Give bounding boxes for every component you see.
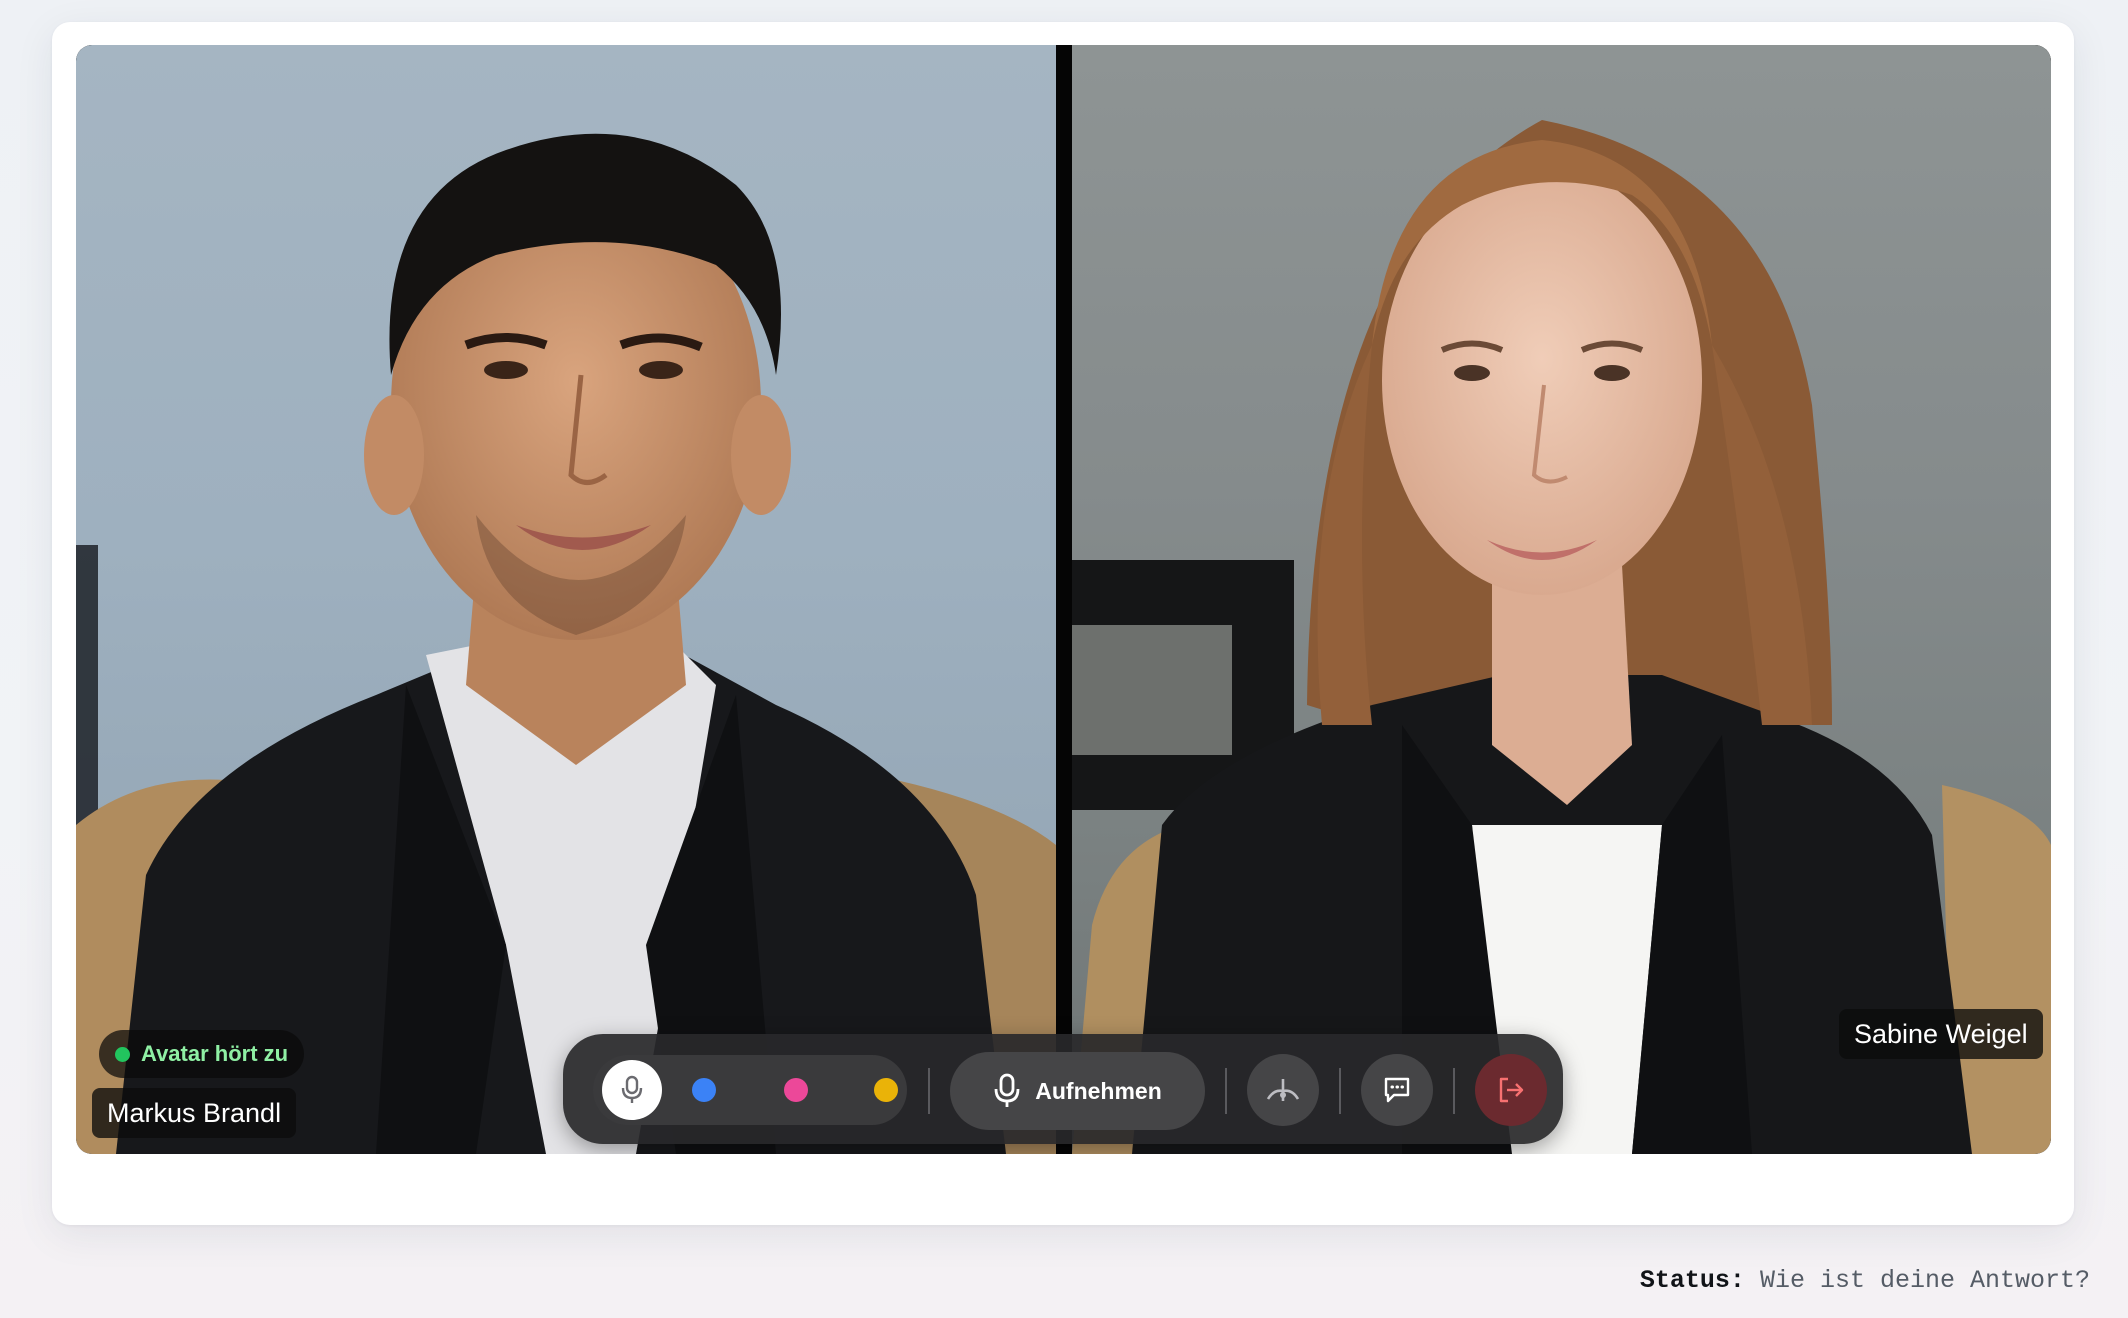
toolbar-divider — [928, 1068, 930, 1114]
status-value: Wie ist deine Antwort? — [1759, 1266, 2090, 1295]
toolbar-divider — [1225, 1068, 1227, 1114]
antenna-icon — [1266, 1079, 1300, 1101]
chat-button[interactable] — [1361, 1054, 1433, 1126]
participant-name-right: Sabine Weigel — [1839, 1009, 2043, 1059]
call-card: Avatar hört zu Markus Brandl Sabine Weig… — [52, 22, 2074, 1225]
video-tile-right: Sabine Weigel — [1072, 45, 2051, 1154]
video-stage: Avatar hört zu Markus Brandl Sabine Weig… — [76, 45, 2051, 1154]
participant-video-left — [76, 133, 1056, 1154]
swatch-pink[interactable] — [784, 1078, 808, 1102]
toolbar-divider — [1453, 1068, 1455, 1114]
avatar-status-text: Avatar hört zu — [141, 1041, 289, 1066]
chat-icon — [1384, 1077, 1410, 1103]
call-toolbar: Aufnehmen — [563, 1034, 1563, 1144]
mic-toggle-button[interactable] — [602, 1060, 662, 1120]
avatar-status-badge: Avatar hört zu — [99, 1030, 305, 1078]
swatch-blue[interactable] — [692, 1078, 716, 1102]
participant-name-left: Markus Brandl — [92, 1088, 297, 1138]
interrupt-button[interactable] — [1247, 1054, 1319, 1126]
swatch-yellow[interactable] — [874, 1078, 898, 1102]
participant-video-right — [1072, 120, 2051, 1154]
avatar-color-group — [593, 1055, 907, 1125]
status-line: Status: Wie ist deine Antwort? — [1640, 1266, 2090, 1295]
toolbar-divider — [1339, 1068, 1341, 1114]
listening-indicator-dot — [115, 1046, 130, 1062]
record-label: Aufnehmen — [1035, 1077, 1162, 1104]
status-label: Status: — [1639, 1266, 1745, 1295]
record-button[interactable]: Aufnehmen — [950, 1052, 1205, 1130]
video-tile-left: Avatar hört zu Markus Brandl — [76, 45, 1056, 1154]
leave-icon — [1499, 1077, 1524, 1103]
microphone-icon — [621, 1075, 643, 1103]
microphone-icon — [994, 1073, 1020, 1107]
leave-call-button[interactable] — [1475, 1054, 1547, 1126]
